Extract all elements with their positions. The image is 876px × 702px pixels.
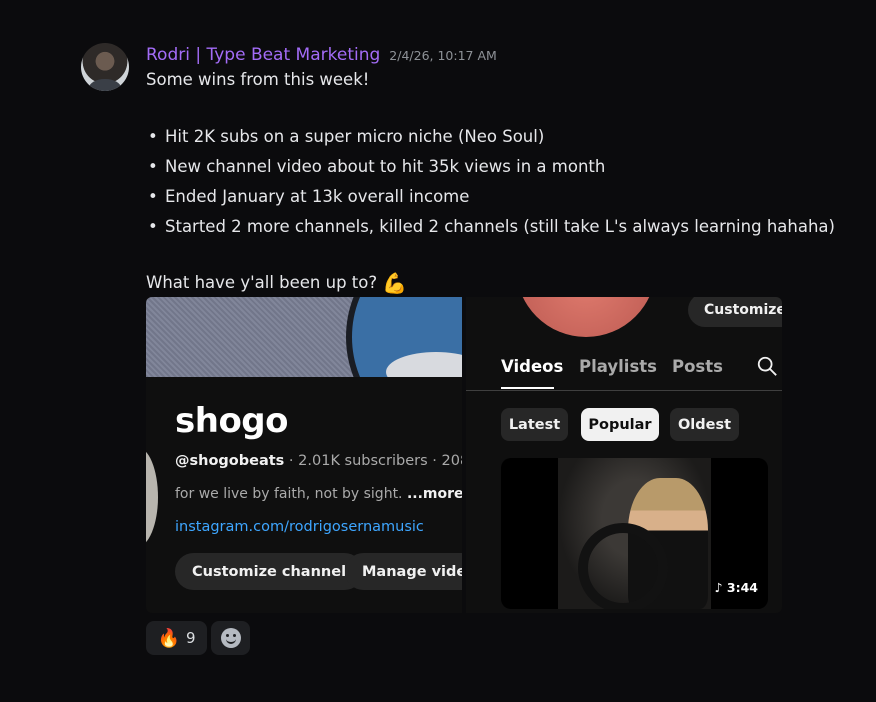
list-item: • Ended January at 13k overall income bbox=[148, 187, 470, 206]
chip-latest: Latest bbox=[501, 408, 568, 441]
manage-videos-button: Manage videos bbox=[345, 553, 462, 590]
message-intro: Some wins from this week! bbox=[146, 70, 370, 89]
customize-channel-button: Customize c bbox=[688, 297, 782, 327]
chip-oldest: Oldest bbox=[670, 408, 739, 441]
channel-description: for we live by faith, not by sight. ...m… bbox=[175, 486, 462, 502]
list-item: • Started 2 more channels, killed 2 chann… bbox=[148, 217, 835, 236]
customize-channel-button: Customize channel bbox=[175, 553, 364, 590]
tab-videos: Videos bbox=[501, 357, 564, 376]
active-tab-indicator bbox=[501, 387, 554, 389]
smile-icon bbox=[220, 628, 241, 648]
image-attachment-channel-page[interactable]: shogo @shogobeats · 2.01K subscribers · … bbox=[146, 297, 462, 613]
message-closing: What have y'all been up to? 💪 bbox=[146, 271, 408, 295]
channel-link: instagram.com/rodrigosernamusic bbox=[175, 519, 424, 535]
channel-meta: @shogobeats · 2.01K subscribers · 208 vi… bbox=[175, 453, 462, 469]
reaction-fire[interactable]: 🔥 9 bbox=[146, 621, 207, 655]
channel-avatar bbox=[146, 447, 158, 547]
add-reaction-button[interactable] bbox=[211, 621, 250, 655]
timestamp: 2/4/26, 10:17 AM bbox=[389, 48, 497, 63]
chip-popular: Popular bbox=[581, 408, 659, 441]
user-avatar[interactable] bbox=[81, 43, 129, 91]
username[interactable]: Rodri | Type Beat Marketing bbox=[146, 45, 380, 65]
channel-avatar bbox=[516, 297, 656, 337]
video-thumbnail: ♪ 3:44 bbox=[501, 458, 768, 609]
image-attachment-videos-tab[interactable]: Customize c Videos Playlists Posts Lates… bbox=[466, 297, 782, 613]
reaction-count: 9 bbox=[185, 629, 196, 647]
search-icon bbox=[757, 356, 777, 376]
tab-playlists: Playlists bbox=[579, 357, 657, 376]
list-item: • New channel video about to hit 35k view… bbox=[148, 157, 606, 176]
channel-banner bbox=[146, 297, 462, 377]
channel-name: shogo bbox=[175, 401, 289, 441]
flexed-biceps-emoji: 💪 bbox=[382, 271, 408, 295]
video-duration: ♪ 3:44 bbox=[714, 580, 758, 595]
fire-emoji: 🔥 bbox=[157, 627, 180, 649]
tab-posts: Posts bbox=[672, 357, 723, 376]
message-header: Rodri | Type Beat Marketing 2/4/26, 10:1… bbox=[146, 45, 497, 65]
list-item: • Hit 2K subs on a super micro niche (Neo… bbox=[148, 127, 545, 146]
divider bbox=[466, 390, 782, 391]
bullet-list: • Hit 2K subs on a super micro niche (Neo… bbox=[148, 125, 835, 245]
